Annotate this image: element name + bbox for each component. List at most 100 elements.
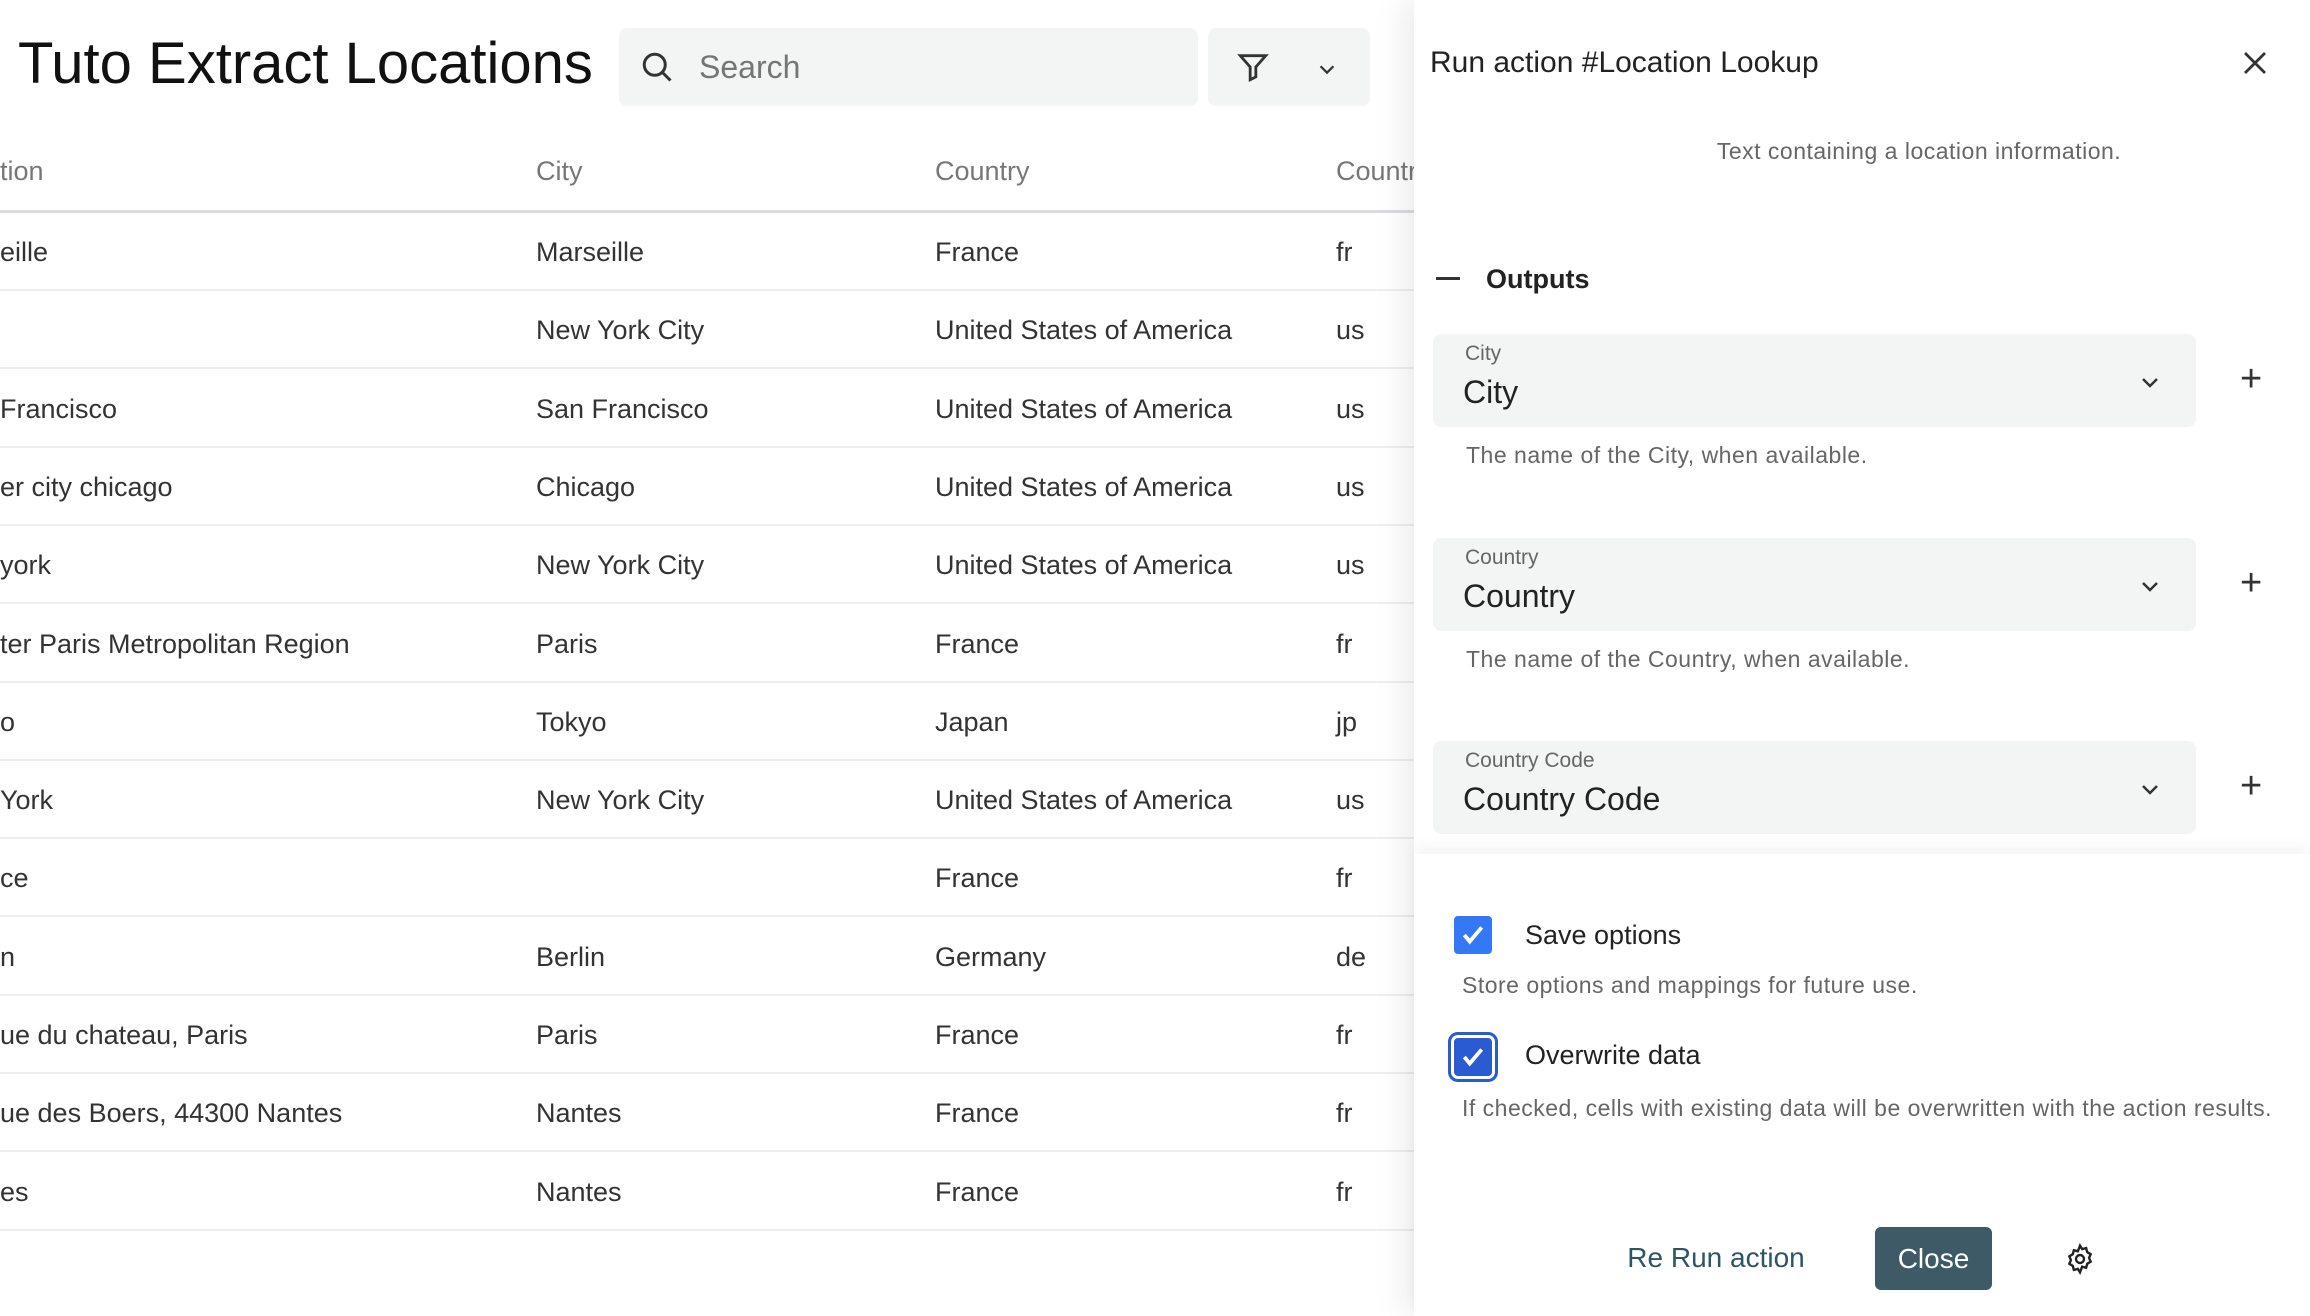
cell-location[interactable]: er city chicago xyxy=(0,472,173,503)
cell-country[interactable]: France xyxy=(935,237,1019,268)
column-header-country-code[interactable]: Countr xyxy=(1336,156,1417,187)
add-icon[interactable]: + xyxy=(2240,767,2262,805)
chevron-down-icon xyxy=(2142,785,2158,795)
select-label: City xyxy=(1465,342,1502,365)
input-description: Text containing a location information. xyxy=(1716,138,2122,164)
cell-location[interactable]: eille xyxy=(0,237,48,268)
save-options-checkbox[interactable] xyxy=(1454,916,1492,954)
cell-country-code[interactable]: us xyxy=(1336,550,1365,581)
cell-city[interactable]: Nantes xyxy=(536,1177,622,1208)
table-row[interactable]: eille Marseille France fr xyxy=(0,213,1414,291)
cell-location[interactable]: es xyxy=(0,1177,29,1208)
cell-location[interactable]: Francisco xyxy=(0,394,117,425)
table-row[interactable]: ue du chateau, Paris Paris France fr xyxy=(0,996,1414,1074)
cell-city[interactable]: Nantes xyxy=(536,1098,622,1129)
close-button[interactable]: Close xyxy=(1875,1227,1992,1290)
add-icon[interactable]: + xyxy=(2240,360,2262,398)
cell-country-code[interactable]: fr xyxy=(1336,629,1353,660)
chevron-down-icon xyxy=(1319,65,1335,75)
cell-country[interactable]: France xyxy=(935,863,1019,894)
column-header-country[interactable]: Country xyxy=(935,156,1030,187)
cell-city[interactable]: New York City xyxy=(536,785,704,816)
table-row[interactable]: ter Paris Metropolitan Region Paris France… xyxy=(0,605,1414,683)
select-label: Country Code xyxy=(1465,749,1595,772)
cell-country-code[interactable]: us xyxy=(1336,785,1365,816)
table-row[interactable]: york New York City United States of Americ… xyxy=(0,526,1414,605)
cell-country[interactable]: United States of America xyxy=(935,315,1232,346)
country-code-output-select[interactable]: Country Code Country Code xyxy=(1433,741,2196,834)
cell-country[interactable]: United States of America xyxy=(935,550,1232,581)
cell-location[interactable]: York xyxy=(0,785,53,816)
cell-location[interactable]: o xyxy=(0,707,15,738)
select-value: Country xyxy=(1463,578,1576,614)
table-row[interactable]: es Nantes France fr xyxy=(0,1153,1414,1231)
table-row[interactable]: o Tokyo Japan jp xyxy=(0,683,1414,761)
outputs-heading[interactable]: Outputs xyxy=(1486,264,1589,295)
page-title: Tuto Extract Locations I xyxy=(18,31,603,96)
cell-country-code[interactable]: fr xyxy=(1336,1098,1353,1129)
cell-location[interactable]: york xyxy=(0,550,51,581)
city-output-select[interactable]: City City xyxy=(1433,334,2196,427)
cell-country[interactable]: Japan xyxy=(935,707,1009,738)
country-output-select[interactable]: Country Country xyxy=(1433,538,2196,631)
cell-country[interactable]: France xyxy=(935,1020,1019,1051)
cell-country[interactable]: Germany xyxy=(935,942,1046,973)
overwrite-data-checkbox[interactable] xyxy=(1454,1038,1492,1076)
select-value: City xyxy=(1463,374,1519,410)
filter-button[interactable] xyxy=(1208,28,1370,106)
cell-country-code[interactable]: de xyxy=(1336,942,1366,973)
add-icon[interactable]: + xyxy=(2240,564,2262,602)
cell-city[interactable]: Chicago xyxy=(536,472,635,503)
cell-country-code[interactable]: fr xyxy=(1336,1177,1353,1208)
cell-country-code[interactable]: jp xyxy=(1336,707,1357,738)
table-row[interactable]: New York City United States of America us xyxy=(0,291,1414,370)
cell-country[interactable]: United States of America xyxy=(935,472,1232,503)
cell-city[interactable]: Tokyo xyxy=(536,707,607,738)
cell-country-code[interactable]: fr xyxy=(1336,863,1353,894)
cell-location[interactable]: ue du chateau, Paris xyxy=(0,1020,248,1051)
collapse-icon[interactable] xyxy=(1436,277,1460,280)
panel-title: Run action #Location Lookup xyxy=(1430,46,1819,79)
cell-city[interactable]: Paris xyxy=(536,629,598,660)
close-icon[interactable] xyxy=(2240,48,2270,78)
table-row[interactable]: ue des Boers, 44300 Nantes Nantes France fr xyxy=(0,1074,1414,1153)
cell-country-code[interactable]: fr xyxy=(1336,1020,1353,1051)
table-row[interactable]: n Berlin Germany de xyxy=(0,918,1414,996)
cell-city[interactable]: Paris xyxy=(536,1020,598,1051)
table-row[interactable]: ce France fr xyxy=(0,839,1414,918)
checkmark-icon xyxy=(1462,926,1484,945)
search-box[interactable] xyxy=(619,28,1198,106)
cell-city[interactable]: Berlin xyxy=(536,942,605,973)
cell-country[interactable]: France xyxy=(935,629,1019,660)
search-input[interactable] xyxy=(699,28,1179,106)
cell-location[interactable]: n xyxy=(0,942,15,973)
cell-country-code[interactable]: us xyxy=(1336,472,1365,503)
cell-location[interactable]: ue des Boers, 44300 Nantes xyxy=(0,1098,342,1129)
column-header-city[interactable]: City xyxy=(536,156,583,187)
cell-country[interactable]: France xyxy=(935,1098,1019,1129)
cell-city[interactable]: New York City xyxy=(536,315,704,346)
chevron-down-icon xyxy=(2142,582,2158,592)
rerun-action-button[interactable]: Re Run action xyxy=(1624,1242,1808,1274)
cell-country-code[interactable]: us xyxy=(1336,394,1365,425)
cell-country-code[interactable]: us xyxy=(1336,315,1365,346)
save-options-label[interactable]: Save options xyxy=(1525,920,1681,951)
cell-location[interactable]: ce xyxy=(0,863,29,894)
city-output-description: The name of the City, when available. xyxy=(1466,442,1868,468)
gear-icon[interactable] xyxy=(2064,1243,2096,1275)
cell-country-code[interactable]: fr xyxy=(1336,237,1353,268)
cell-city[interactable]: New York City xyxy=(536,550,704,581)
column-header-location[interactable]: tion xyxy=(0,156,44,187)
table-row[interactable]: Francisco San Francisco United States of A… xyxy=(0,370,1414,448)
panel-footer: Save options Store options and mappings … xyxy=(1414,854,2310,1316)
cell-country[interactable]: United States of America xyxy=(935,394,1232,425)
cell-country[interactable]: France xyxy=(935,1177,1019,1208)
overwrite-data-label[interactable]: Overwrite data xyxy=(1525,1040,1701,1071)
cell-city[interactable]: Marseille xyxy=(536,237,644,268)
cell-city[interactable]: San Francisco xyxy=(536,394,709,425)
cell-country[interactable]: United States of America xyxy=(935,785,1232,816)
table-row[interactable]: York New York City United States of Americ… xyxy=(0,761,1414,840)
cell-location[interactable]: ter Paris Metropolitan Region xyxy=(0,629,350,660)
table-row[interactable]: er city chicago Chicago United States of A… xyxy=(0,448,1414,526)
filter-icon xyxy=(1237,54,1269,83)
